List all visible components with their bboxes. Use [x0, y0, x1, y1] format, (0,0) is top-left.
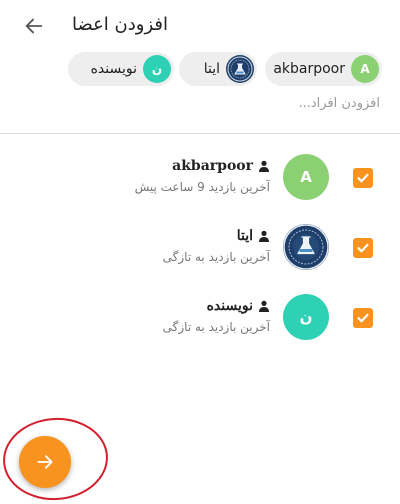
- last-seen-status: آخرین بازدید به تازگی: [162, 320, 270, 334]
- list-item[interactable]: ن نویسنده آخرین بازدید به تازگی: [0, 284, 400, 352]
- search-input[interactable]: افزودن افراد...: [298, 96, 380, 111]
- avatar: [283, 224, 329, 270]
- chip-nevisande[interactable]: ن نویسنده: [68, 52, 174, 86]
- page-title: افزودن اعضا: [71, 14, 168, 35]
- member-name: akbarpoor: [172, 158, 253, 174]
- member-checkbox[interactable]: [353, 238, 373, 258]
- avatar: ن: [283, 294, 329, 340]
- last-seen-status: آخرین بازدید 9 ساعت پیش: [134, 180, 270, 194]
- member-name-line: نویسنده: [207, 298, 270, 314]
- avatar: A: [351, 55, 379, 83]
- person-icon: [258, 160, 270, 172]
- chip-akbarpoor[interactable]: A akbarpoor: [265, 52, 382, 86]
- avatar: A: [283, 154, 329, 200]
- person-icon: [258, 230, 270, 242]
- avatar-letter: ن: [299, 308, 313, 326]
- eitaa-logo-icon: [227, 56, 253, 82]
- member-name: ایتا: [236, 228, 253, 244]
- selected-members-chips: A akbarpoor ایتا ن نویسنده: [0, 52, 382, 88]
- check-icon: [357, 173, 369, 183]
- eitaa-logo-icon: [283, 224, 329, 270]
- list-item[interactable]: A akbarpoor آخرین بازدید 9 ساعت پیش: [0, 144, 400, 212]
- avatar: ن: [143, 55, 171, 83]
- back-button[interactable]: [20, 12, 48, 40]
- avatar-letter: A: [360, 62, 370, 76]
- app-header: افزودن اعضا: [0, 0, 400, 52]
- member-checkbox[interactable]: [353, 308, 373, 328]
- next-button[interactable]: [19, 436, 71, 488]
- chip-label: akbarpoor: [273, 61, 345, 77]
- check-icon: [357, 243, 369, 253]
- member-checkbox[interactable]: [353, 168, 373, 188]
- avatar-letter: A: [300, 168, 312, 186]
- divider: [0, 133, 400, 134]
- arrow-left-icon: [25, 18, 43, 34]
- avatar-letter: ن: [151, 62, 163, 76]
- person-icon: [258, 300, 270, 312]
- last-seen-status: آخرین بازدید به تازگی: [162, 250, 270, 264]
- check-icon: [357, 313, 369, 323]
- member-name: نویسنده: [206, 298, 253, 314]
- member-name-line: ایتا: [237, 228, 270, 244]
- list-item[interactable]: ایتا آخرین بازدید به تازگی: [0, 214, 400, 282]
- avatar: [226, 55, 254, 83]
- chip-label: ایتا: [203, 61, 220, 77]
- chip-eitaa[interactable]: ایتا: [179, 52, 257, 86]
- arrow-right-icon: [37, 455, 53, 469]
- chip-label: نویسنده: [90, 61, 137, 77]
- member-name-line: akbarpoor: [172, 158, 270, 174]
